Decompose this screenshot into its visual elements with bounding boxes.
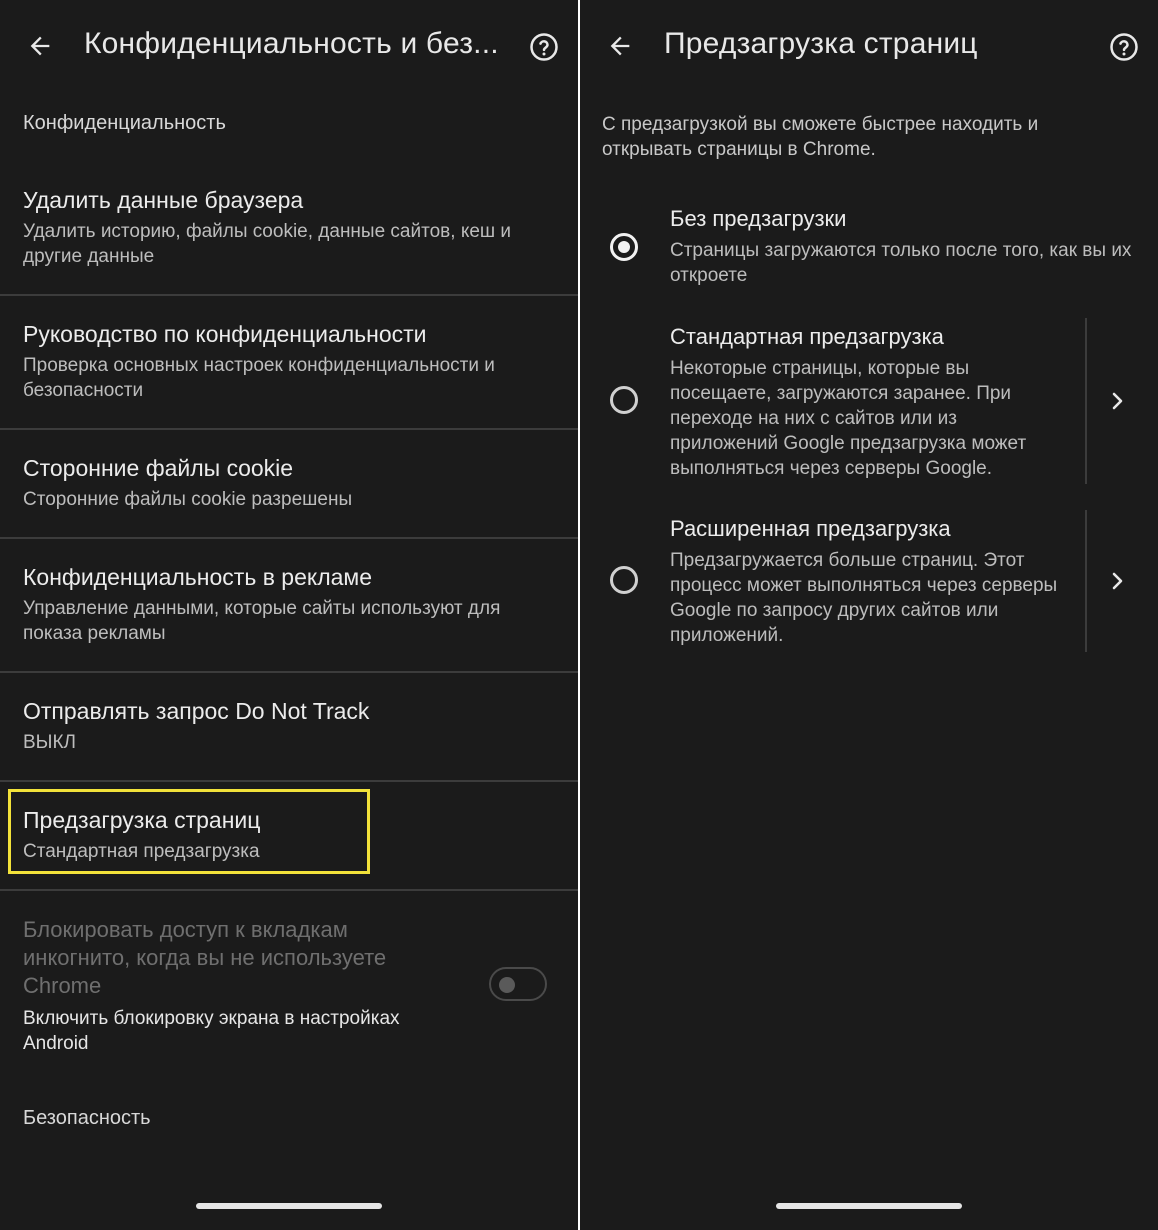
highlight-box (8, 789, 370, 874)
ad-privacy-item[interactable]: Конфиденциальность в рекламе Управление … (0, 539, 578, 671)
gesture-nav-handle[interactable] (196, 1203, 382, 1209)
option-standard-preload[interactable]: Стандартная предзагрузка Некоторые стран… (580, 318, 1158, 484)
item-title: Конфиденциальность в рекламе (23, 564, 373, 590)
app-bar: Предзагрузка страниц (580, 0, 1158, 96)
preload-pages-screen: Предзагрузка страниц С предзагрузкой вы … (580, 0, 1158, 1230)
back-arrow-icon[interactable] (26, 32, 54, 60)
divider (0, 889, 578, 891)
option-extended-preload[interactable]: Расширенная предзагрузка Предзагружается… (580, 510, 1158, 652)
privacy-guide-item[interactable]: Руководство по конфиденциальности Провер… (0, 296, 578, 428)
help-circle-icon[interactable] (1109, 32, 1139, 62)
item-summary: Удалить историю, файлы cookie, данные са… (23, 221, 512, 267)
vertical-divider (1085, 318, 1087, 484)
incognito-lock-title: Блокировать доступ к вкладкам инкогнито,… (23, 917, 387, 998)
toggle-knob (499, 977, 515, 993)
item-title: Отправлять запрос Do Not Track (23, 698, 370, 724)
item-summary: Проверка основных настроек конфиденциаль… (23, 355, 495, 401)
radio-icon[interactable] (610, 233, 638, 261)
radio-icon[interactable] (610, 566, 638, 594)
option-no-preload[interactable]: Без предзагрузки Страницы загружаются то… (580, 200, 1158, 300)
incognito-lock-toggle[interactable] (489, 967, 547, 1001)
page-title: Предзагрузка страниц (664, 27, 978, 60)
app-bar: Конфиденциальность и без... (0, 0, 578, 96)
option-description: Некоторые страницы, которые вы посещаете… (670, 358, 1027, 479)
do-not-track-item[interactable]: Отправлять запрос Do Not Track ВЫКЛ (0, 673, 578, 780)
intro-text: С предзагрузкой вы сможете быстрее наход… (602, 114, 1039, 160)
option-description: Страницы загружаются только после того, … (670, 240, 1132, 286)
page-title: Конфиденциальность и без... (84, 27, 499, 60)
option-title: Без предзагрузки (670, 206, 847, 231)
item-title: Руководство по конфиденциальности (23, 321, 427, 347)
section-header-privacy: Конфиденциальность (23, 112, 226, 134)
clear-browsing-data-item[interactable]: Удалить данные браузера Удалить историю,… (0, 170, 578, 294)
radio-icon[interactable] (610, 386, 638, 414)
back-arrow-icon[interactable] (606, 32, 634, 60)
option-description: Предзагружается больше страниц. Этот про… (670, 550, 1058, 646)
item-title: Удалить данные браузера (23, 187, 304, 213)
item-summary: Сторонние файлы cookie разрешены (23, 489, 353, 510)
gesture-nav-handle[interactable] (776, 1203, 962, 1209)
help-circle-icon[interactable] (529, 32, 559, 62)
incognito-lock-summary[interactable]: Включить блокировку экрана в настройках … (23, 1006, 463, 1056)
option-title: Стандартная предзагрузка (670, 324, 944, 349)
item-title: Сторонние файлы cookie (23, 455, 294, 481)
vertical-divider (1085, 510, 1087, 652)
chevron-right-icon[interactable] (1108, 389, 1128, 413)
item-summary: Управление данными, которые сайты исполь… (23, 598, 501, 644)
chevron-right-icon[interactable] (1108, 569, 1128, 593)
section-header-security: Безопасность (23, 1107, 151, 1129)
third-party-cookies-item[interactable]: Сторонние файлы cookie Сторонние файлы c… (0, 430, 578, 537)
item-summary: ВЫКЛ (23, 732, 77, 753)
option-title: Расширенная предзагрузка (670, 516, 951, 541)
privacy-security-screen: Конфиденциальность и без... Конфиденциал… (0, 0, 578, 1230)
